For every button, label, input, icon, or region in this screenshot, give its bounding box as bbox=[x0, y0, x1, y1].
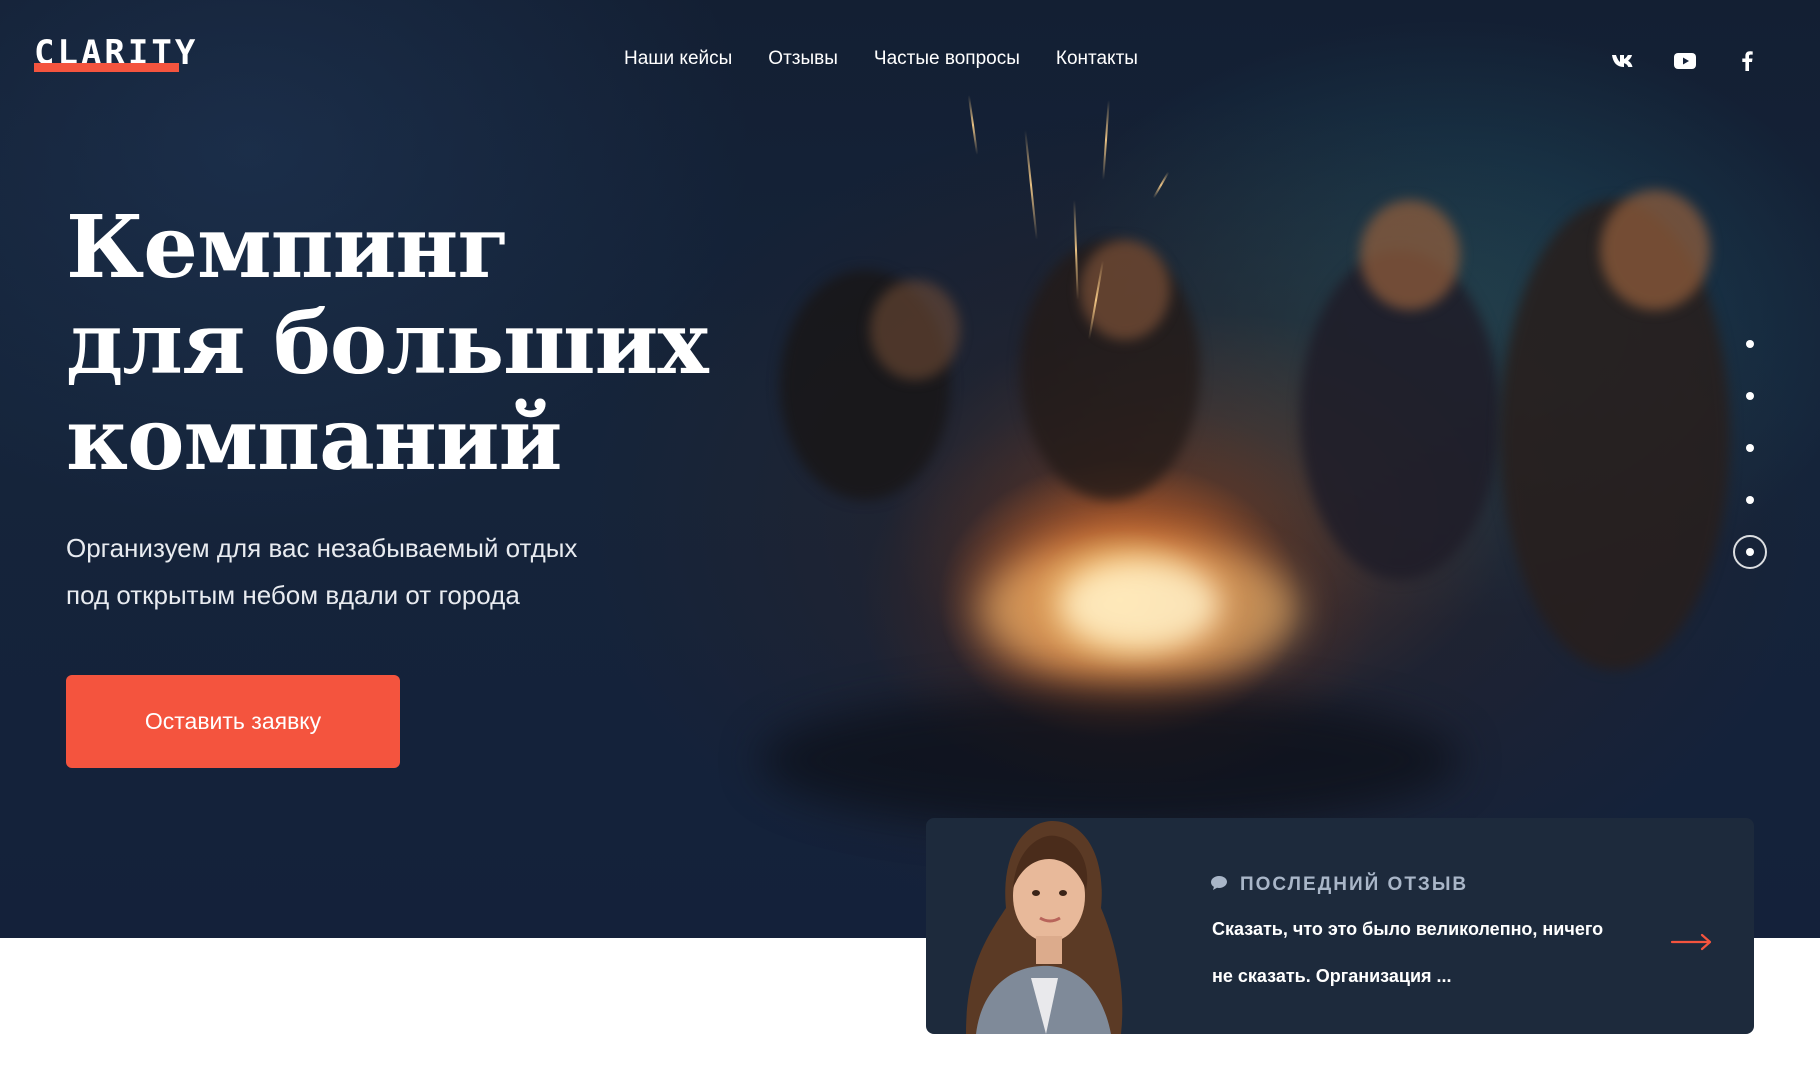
review-text-line: не сказать. Организация ... bbox=[1212, 966, 1452, 986]
hero-section: CLARITY Наши кейсы Отзывы Частые вопросы… bbox=[0, 0, 1820, 938]
slider-dot[interactable] bbox=[1732, 422, 1768, 474]
logo-underline bbox=[34, 63, 179, 72]
nav-cases[interactable]: Наши кейсы bbox=[624, 48, 732, 70]
latest-review-card: ПОСЛЕДНИЙ ОТЗЫВ Сказать, что это было ве… bbox=[926, 818, 1754, 1034]
social-links bbox=[1610, 50, 1760, 72]
youtube-icon[interactable] bbox=[1672, 50, 1698, 72]
vk-icon[interactable] bbox=[1610, 50, 1636, 72]
hero-title: Кемпинг для больших компаний bbox=[66, 197, 709, 490]
main-nav: Наши кейсы Отзывы Частые вопросы Контакт… bbox=[624, 48, 1138, 70]
reviewer-avatar bbox=[946, 818, 1136, 1034]
hero-subtitle: Организуем для вас незабываемый отдых по… bbox=[66, 525, 686, 619]
hero-title-line: Кемпинг bbox=[66, 197, 510, 298]
submit-request-button[interactable]: Оставить заявку bbox=[66, 675, 400, 768]
nav-faq[interactable]: Частые вопросы bbox=[874, 48, 1020, 70]
review-text-line: Сказать, что это было великолепно, ничег… bbox=[1212, 919, 1604, 939]
slider-dot[interactable] bbox=[1732, 370, 1768, 422]
nav-contacts[interactable]: Контакты bbox=[1056, 48, 1138, 70]
slider-dot[interactable] bbox=[1732, 474, 1768, 526]
slider-dot-active[interactable] bbox=[1732, 526, 1768, 578]
facebook-icon[interactable] bbox=[1734, 50, 1760, 72]
review-label: ПОСЛЕДНИЙ ОТЗЫВ bbox=[1210, 874, 1468, 896]
nav-reviews[interactable]: Отзывы bbox=[768, 48, 838, 70]
slider-pagination bbox=[1732, 318, 1768, 578]
slider-dot[interactable] bbox=[1732, 318, 1768, 370]
arrow-right-icon[interactable] bbox=[1670, 932, 1714, 952]
review-label-text: ПОСЛЕДНИЙ ОТЗЫВ bbox=[1240, 874, 1469, 895]
comment-icon bbox=[1210, 875, 1228, 895]
page: CLARITY Наши кейсы Отзывы Частые вопросы… bbox=[0, 0, 1820, 1080]
hero-subtitle-line: Организуем для вас незабываемый отдых bbox=[66, 533, 578, 563]
review-text: Сказать, что это было великолепно, ничег… bbox=[1212, 906, 1652, 1000]
hero-title-line: для больших bbox=[66, 293, 709, 394]
hero-title-line: компаний bbox=[66, 389, 562, 490]
hero-subtitle-line: под открытым небом вдали от города bbox=[66, 580, 520, 610]
